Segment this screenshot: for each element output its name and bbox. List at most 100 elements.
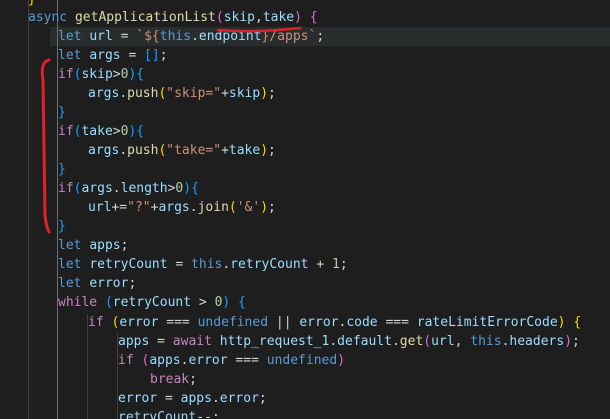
code-line[interactable]: url+="?"+args.join('&'); — [88, 198, 276, 217]
code-line[interactable]: if(skip>0){ — [58, 65, 144, 84]
code-line[interactable]: while (retryCount > 0) { — [58, 293, 246, 312]
code-token: , — [255, 10, 263, 25]
code-token: "skip=" — [166, 86, 222, 101]
code-token: '&' — [236, 200, 261, 215]
code-token: . — [119, 86, 128, 101]
code-token: args — [158, 200, 190, 215]
code-token: { — [309, 10, 318, 25]
indent-guide — [28, 0, 29, 419]
code-token: args — [89, 48, 121, 63]
code-line[interactable]: if(take>0){ — [58, 122, 144, 141]
code-token: || — [268, 315, 300, 330]
code-token: = — [167, 257, 192, 272]
code-token: take — [262, 10, 295, 25]
code-token: "take=" — [166, 143, 222, 158]
code-line[interactable]: async getApplicationList(skip,take) { — [28, 8, 318, 27]
code-line[interactable]: let error; — [58, 274, 136, 293]
code-line[interactable]: } — [58, 160, 66, 179]
code-line[interactable]: let args = []; — [58, 46, 168, 65]
code-token: let — [58, 238, 90, 253]
code-token: let — [58, 276, 90, 291]
code-token: ( — [423, 334, 432, 349]
code-token: + — [308, 257, 332, 272]
code-token: + — [221, 143, 229, 158]
code-token: ( — [228, 200, 237, 215]
code-token: push — [127, 143, 159, 158]
code-token: retryCount — [112, 295, 192, 310]
code-token: take — [228, 143, 261, 158]
code-token: }/apps` — [261, 29, 317, 44]
code-token: error — [188, 353, 228, 368]
code-token: getApplicationList — [74, 10, 216, 25]
code-line[interactable]: if (error === undefined || error.code ==… — [88, 313, 581, 332]
code-token: if — [58, 181, 74, 196]
code-token: { — [573, 315, 582, 330]
code-token: get — [399, 334, 424, 349]
code-token: ( — [215, 10, 224, 25]
code-line[interactable]: let apps; — [58, 236, 128, 255]
code-token: ; — [268, 86, 276, 101]
code-token: ; — [128, 276, 137, 291]
code-token: === — [227, 353, 267, 368]
code-token: this — [470, 334, 502, 349]
code-token: if — [58, 67, 74, 82]
code-token: ; — [268, 200, 276, 215]
code-line[interactable]: let url = `${this.endpoint}/apps`; — [58, 27, 324, 46]
code-token: if — [88, 315, 112, 330]
code-line[interactable]: error = apps.error; — [118, 389, 267, 408]
code-token: ; — [159, 48, 168, 63]
code-token: skip — [228, 86, 261, 101]
code-token: -- — [196, 410, 212, 419]
code-token: let — [58, 48, 90, 63]
code-token: `${ — [136, 29, 160, 44]
code-token: skip — [223, 10, 255, 25]
code-line[interactable]: if (apps.error === undefined) — [118, 351, 345, 370]
code-token: apps — [118, 334, 150, 349]
code-token: args — [81, 181, 113, 196]
code-token: = — [112, 29, 137, 44]
code-token: + — [221, 86, 229, 101]
code-token: { — [191, 181, 199, 196]
code-line[interactable]: let retryCount = this.retryCount + 1; — [58, 255, 348, 274]
code-token: ; — [189, 372, 197, 387]
code-token: args — [88, 86, 120, 101]
code-line[interactable]: } — [58, 103, 66, 122]
code-token: } — [58, 162, 66, 177]
code-line[interactable]: apps = await http_request_1.default.get(… — [118, 332, 580, 351]
code-token: while — [58, 295, 105, 310]
code-line[interactable]: retryCount--; — [118, 408, 220, 419]
code-token: args — [88, 143, 120, 158]
code-token: undefined — [197, 315, 269, 330]
code-line[interactable]: } — [58, 217, 66, 236]
code-line[interactable]: break; — [150, 370, 197, 389]
code-token: error — [118, 391, 158, 406]
code-token: } — [28, 0, 36, 7]
code-token: . — [329, 334, 338, 349]
code-token: . — [189, 200, 198, 215]
code-line[interactable]: if(args.length>0){ — [58, 179, 199, 198]
code-token: if — [118, 353, 142, 368]
code-token: ; — [120, 238, 129, 253]
code-token: code — [346, 315, 378, 330]
code-token: , — [454, 334, 471, 349]
code-token: . — [211, 391, 220, 406]
code-token: push — [127, 86, 159, 101]
code-token: { — [136, 124, 145, 139]
code-line[interactable]: args.push("skip="+skip); — [88, 84, 276, 103]
code-token: apps — [89, 238, 121, 253]
code-token: join — [197, 200, 229, 215]
code-editor[interactable]: } async getApplicationList(skip,take) { … — [0, 0, 610, 419]
code-token: [] — [144, 48, 160, 63]
code-token: === — [158, 315, 198, 330]
code-token: = — [149, 334, 173, 349]
code-token: { — [238, 295, 246, 310]
code-token: retryCount — [118, 410, 197, 419]
code-token: += — [111, 200, 128, 215]
code-token: . — [112, 181, 121, 196]
code-token: async — [28, 10, 75, 25]
code-token: . — [391, 334, 400, 349]
code-token: ) — [183, 181, 192, 196]
code-line[interactable]: args.push("take="+take); — [88, 141, 276, 160]
code-token: url — [89, 29, 113, 44]
code-token: ; — [316, 29, 325, 44]
